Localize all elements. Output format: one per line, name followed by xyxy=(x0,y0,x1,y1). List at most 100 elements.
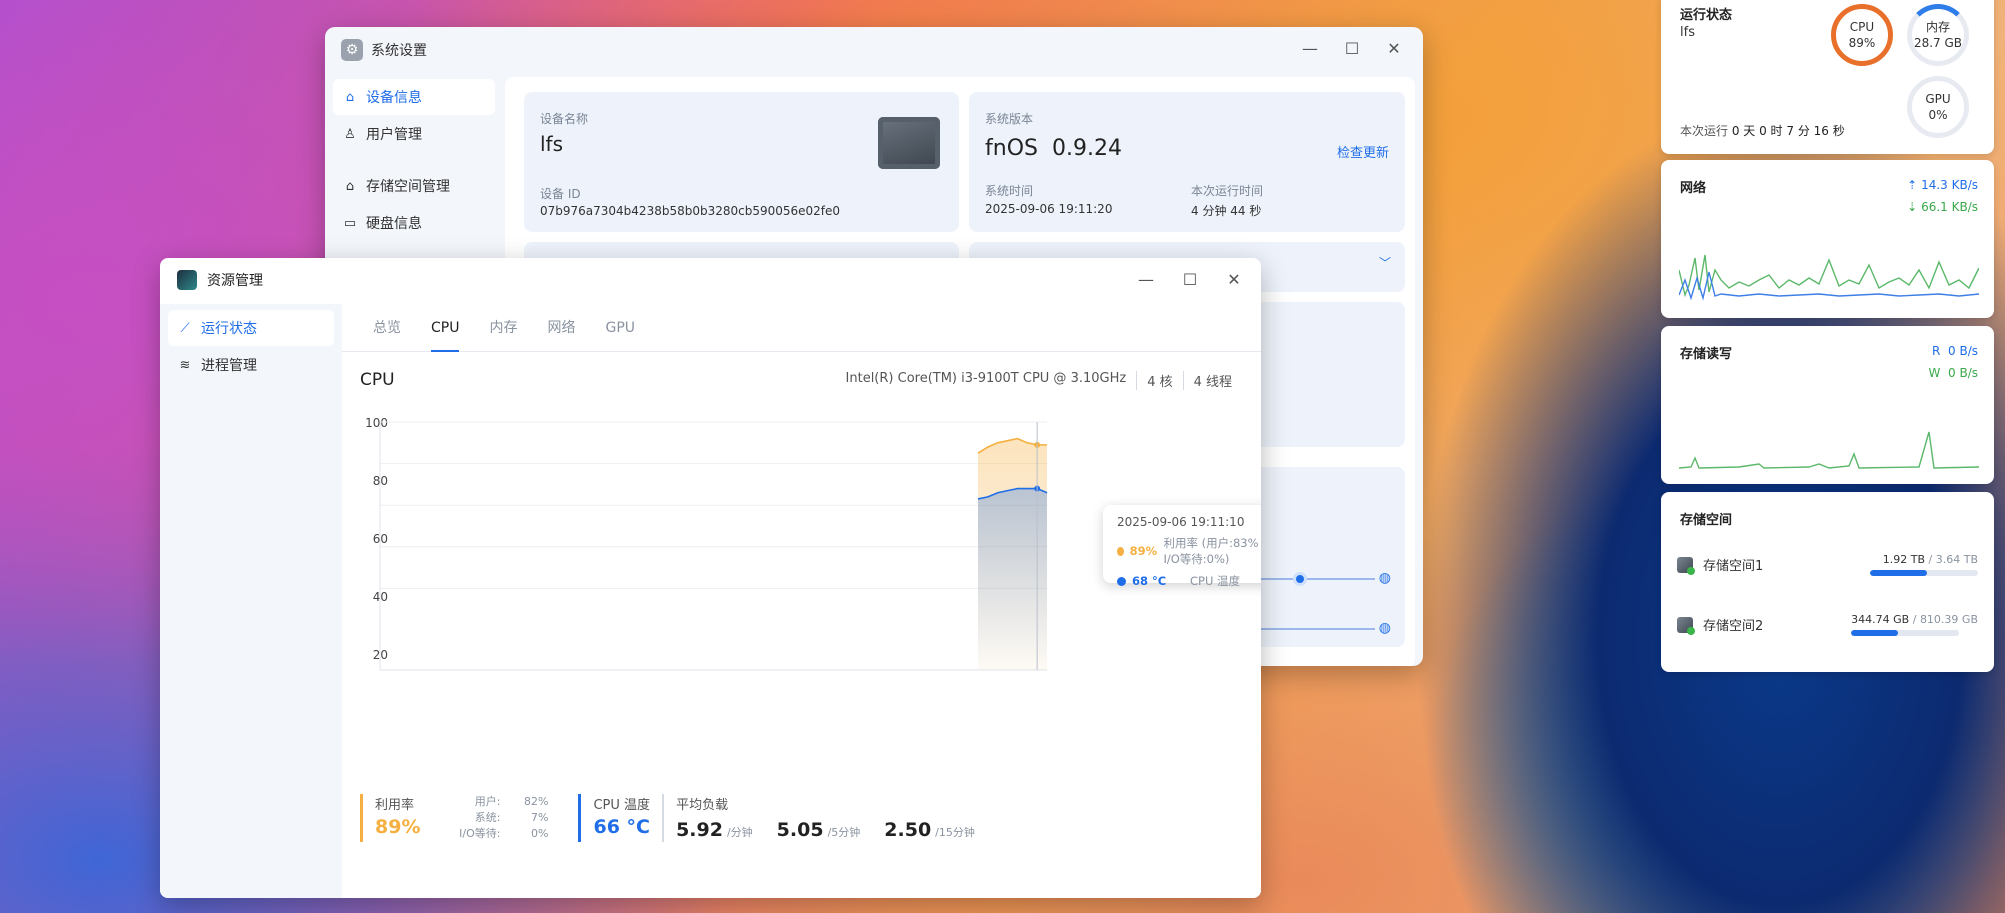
cpu-model: Intel(R) Core(TM) i3-9100T CPU @ 3.10GHz xyxy=(845,370,1127,386)
res-titlebar: 资源管理 xyxy=(177,270,263,290)
usage-breakdown: 用户: 82% 系统: 7% I/O等待: 0% xyxy=(459,795,549,840)
globe-icon[interactable]: ◍ xyxy=(1379,570,1391,586)
cpu-stats: 利用率 89% 用户: 82% 系统: 7% I/O等待: 0% CPU 温度 66 … xyxy=(360,794,1005,842)
disk-icon: ▭ xyxy=(343,215,357,231)
storage-title: 存储空间 xyxy=(1680,513,1733,528)
version-card: 系统版本 fnOS 0.9.24 检查更新 系统时间 2025-09-06 19:… xyxy=(969,92,1405,232)
disk-io-title: 存储读写 xyxy=(1680,347,1733,362)
temp-stat: CPU 温度 66 °C xyxy=(578,794,650,842)
sidebar-item-storage[interactable]: ⌂ 存储空间管理 xyxy=(333,168,495,204)
storage-pool-icon xyxy=(1677,556,1695,575)
tab-gpu[interactable]: GPU xyxy=(590,304,650,351)
system-time: 2025-09-06 19:11:20 xyxy=(985,202,1113,216)
cpu-title: CPU xyxy=(360,370,395,390)
cpu-cores: 4 核 xyxy=(1136,370,1182,390)
device-name: lfs xyxy=(540,132,564,156)
gpu-gauge: GPU 0% xyxy=(1907,76,1969,138)
gear-icon: ⚙ xyxy=(341,39,363,61)
settings-titlebar: ⚙ 系统设置 xyxy=(341,39,427,61)
version-value: fnOS 0.9.24 xyxy=(985,136,1122,161)
sidebar-item-users[interactable]: ♙ 用户管理 xyxy=(333,116,495,152)
monitor-app-icon xyxy=(177,270,197,290)
network-sparkline xyxy=(1679,254,1979,301)
system-time-label: 系统时间 xyxy=(985,184,1034,198)
device-name-label: 设备名称 xyxy=(540,112,589,126)
network-down: ⇣ 66.1 KB/s xyxy=(1907,200,1978,214)
uptime: 4 分钟 44 秒 xyxy=(1191,204,1262,218)
slider-handle[interactable] xyxy=(1293,572,1307,586)
storage-item[interactable]: 存储空间1 1.92 TB / 3.64 TB xyxy=(1677,553,1978,576)
upload-icon: ⇡ xyxy=(1907,178,1918,192)
storage-icon: ⌂ xyxy=(345,178,355,194)
chevron-down-icon[interactable]: ﹀ xyxy=(1379,254,1391,271)
uptime-label: 本次运行时间 xyxy=(1191,184,1264,198)
usage-label: 利用率 xyxy=(375,798,415,813)
load-label: 平均负载 xyxy=(676,798,729,813)
disk-io-widget[interactable]: 存储读写 R 0 B/s W 0 B/s xyxy=(1661,326,1994,484)
usage-value: 89% xyxy=(375,816,421,838)
temp-value: 66 °C xyxy=(593,816,650,838)
close-icon[interactable]: ✕ xyxy=(1226,270,1242,289)
device-card: 设备名称 lfs 设备 ID 07b976a7304b4238b58b0b328… xyxy=(524,92,959,232)
disk-io-sparkline xyxy=(1679,431,1979,469)
device-id: 07b976a7304b4238b58b0b3280cb590056e02fe0 xyxy=(540,204,841,218)
chart-line-icon: ⟋ xyxy=(180,320,190,336)
download-icon: ⇣ xyxy=(1907,200,1918,214)
tooltip-usage-value: 89% xyxy=(1129,544,1158,558)
maximize-icon[interactable]: ☐ xyxy=(1344,39,1360,58)
cpu-spec: Intel(R) Core(TM) i3-9100T CPU @ 3.10GHz… xyxy=(836,370,1242,390)
sidebar-item-processes[interactable]: ≋ 进程管理 xyxy=(168,347,334,383)
drive-icon: ⌂ xyxy=(345,89,355,105)
status-host: lfs xyxy=(1680,25,1695,40)
sidebar-item-disk[interactable]: ▭ 硬盘信息 xyxy=(333,205,495,241)
tooltip-time: 2025-09-06 19:11:10 xyxy=(1117,515,1245,529)
cpu-gauge: CPU 89% xyxy=(1831,4,1893,66)
res-sidebar: ⟋ 运行状态 ≋ 进程管理 xyxy=(160,304,342,898)
storage-usage-bar xyxy=(1851,630,1960,636)
tab-overview[interactable]: 总览 xyxy=(358,304,416,351)
nas-device-icon xyxy=(878,117,940,169)
device-id-label: 设备 ID xyxy=(540,187,581,201)
res-content: 总览 CPU 内存 网络 GPU CPU Intel(R) Core(TM) i… xyxy=(342,304,1261,898)
tooltip-temp-desc: CPU 温度 xyxy=(1190,574,1241,588)
storage-usage-bar xyxy=(1870,570,1978,576)
disk-read: R 0 B/s xyxy=(1932,344,1978,358)
usage-dot xyxy=(1117,546,1124,556)
settings-sidebar: ⌂ 设备信息 ♙ 用户管理 ⌂ 存储空间管理 ▭ 硬盘信息 xyxy=(333,79,495,242)
temp-label: CPU 温度 xyxy=(593,798,651,813)
globe-icon[interactable]: ◍ xyxy=(1379,620,1391,636)
version-label: 系统版本 xyxy=(985,112,1034,126)
res-tabs: 总览 CPU 内存 网络 GPU xyxy=(342,304,1261,352)
memory-gauge: 内存 28.7 GB xyxy=(1907,4,1969,66)
layers-icon: ≋ xyxy=(179,357,191,373)
tab-cpu[interactable]: CPU xyxy=(416,304,474,352)
cpu-threads: 4 线程 xyxy=(1182,370,1242,390)
status-widget[interactable]: 运行状态 lfs CPU 89% 内存 28.7 GB GPU 0% 本次运行 0 天… xyxy=(1661,0,1994,154)
disk-write: W 0 B/s xyxy=(1928,366,1979,380)
tab-memory[interactable]: 内存 xyxy=(474,304,532,351)
load-values: 5.92/分钟 5.05/5分钟 2.50/15分钟 xyxy=(676,819,975,841)
status-title: 运行状态 xyxy=(1680,8,1733,23)
tab-network[interactable]: 网络 xyxy=(532,304,590,351)
close-icon[interactable]: ✕ xyxy=(1386,39,1402,58)
storage-pool-icon xyxy=(1677,616,1695,635)
tooltip-temp-value: 68 °C xyxy=(1132,574,1167,588)
resource-manager-window: 资源管理 — ☐ ✕ ⟋ 运行状态 ≋ 进程管理 总览 CPU 内存 网络 GPU … xyxy=(160,258,1261,898)
storage-widget[interactable]: 存储空间 存储空间1 1.92 TB / 3.64 TB 存储空间2 344.7… xyxy=(1661,492,1994,672)
tooltip-usage-desc: 利用率 (用户:83% 系统:6% I/O等待:0%) xyxy=(1163,536,1261,566)
status-uptime: 本次运行 0 天 0 时 7 分 16 秒 xyxy=(1680,124,1845,138)
minimize-icon[interactable]: — xyxy=(1302,39,1318,58)
settings-title: 系统设置 xyxy=(371,43,427,59)
chart-tooltip: 2025-09-06 19:11:10 89% 利用率 (用户:83% 系统:6… xyxy=(1103,505,1261,588)
cpu-usage-chart[interactable] xyxy=(342,414,1261,774)
maximize-icon[interactable]: ☐ xyxy=(1182,270,1198,289)
network-up: ⇡ 14.3 KB/s xyxy=(1907,178,1978,192)
sidebar-item-device-info[interactable]: ⌂ 设备信息 xyxy=(333,79,495,115)
check-update-link[interactable]: 检查更新 xyxy=(1337,142,1389,161)
network-widget[interactable]: 网络 ⇡ 14.3 KB/s ⇣ 66.1 KB/s xyxy=(1661,160,1994,318)
usage-stat: 利用率 89% 用户: 82% 系统: 7% I/O等待: 0% xyxy=(360,794,548,842)
tooltip-temp-row: 68 °C CPU 温度 xyxy=(1117,573,1261,589)
storage-item[interactable]: 存储空间2 344.74 GB / 810.39 GB xyxy=(1677,613,1978,636)
minimize-icon[interactable]: — xyxy=(1138,270,1154,289)
sidebar-item-running-status[interactable]: ⟋ 运行状态 xyxy=(168,310,334,346)
